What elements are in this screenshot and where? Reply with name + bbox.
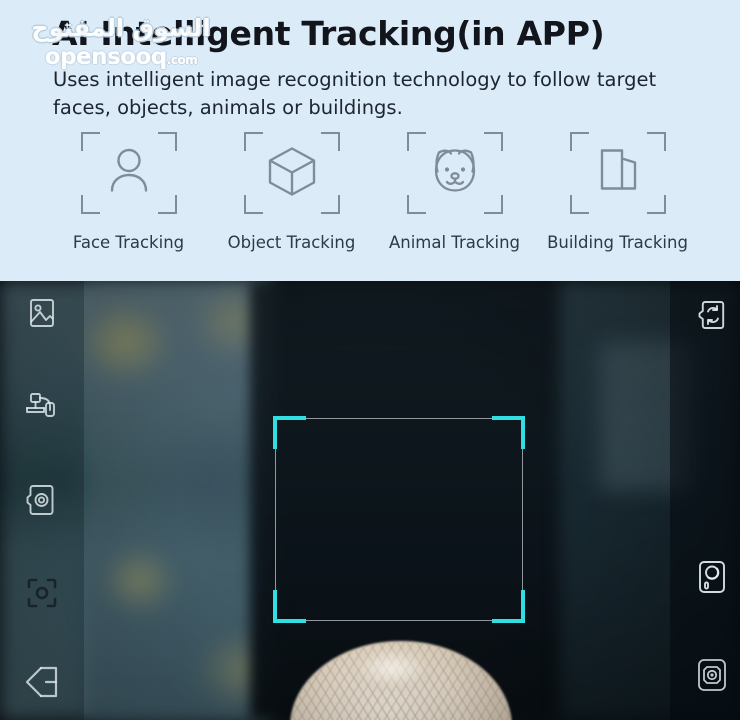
feature-object-tracking: Object Tracking — [210, 132, 373, 252]
bracket-bottom-right — [157, 195, 177, 214]
back-arrow-icon[interactable] — [22, 661, 64, 703]
page-title: AI Intelligent Tracking(in APP) — [52, 14, 605, 53]
bracket-top-left — [569, 132, 589, 151]
watermark-tld: .com — [166, 53, 198, 67]
knit-hat-highlight — [350, 647, 434, 691]
tracking-box-edge — [275, 418, 523, 621]
subject-person — [232, 633, 552, 720]
feature-label: Animal Tracking — [388, 233, 521, 252]
tracking-corner-bottom-left — [273, 590, 306, 623]
feature-label: Face Tracking — [72, 233, 185, 252]
feature-label: Building Tracking — [547, 233, 688, 252]
bracket-top-left — [243, 132, 263, 151]
bracket-bottom-right — [483, 195, 503, 214]
bracket-top-left — [406, 132, 426, 151]
settings-camera-icon[interactable] — [694, 655, 730, 695]
photo-mode-icon[interactable] — [24, 481, 60, 519]
tracking-corner-bottom-right — [492, 590, 525, 623]
cube-icon — [264, 143, 320, 204]
screenshot-root: AI Intelligent Tracking(in APP) Uses int… — [0, 0, 740, 720]
camera-switch-icon[interactable] — [692, 296, 730, 334]
bracket-bottom-right — [320, 195, 340, 214]
person-icon — [101, 143, 157, 204]
camera-preview — [0, 281, 740, 720]
bracket-bottom-left — [406, 195, 426, 214]
gimbal-icon[interactable] — [22, 387, 62, 427]
feature-face-tracking: Face Tracking — [47, 132, 210, 252]
building-icon — [590, 143, 646, 204]
bracket-top-right — [320, 132, 340, 151]
page-description: Uses intelligent image recognition techn… — [53, 68, 657, 119]
feature-label: Object Tracking — [227, 233, 356, 252]
bracket-bottom-right — [646, 195, 666, 214]
dog-face-icon — [426, 143, 484, 204]
bracket-bottom-left — [243, 195, 263, 214]
bracket-top-right — [157, 132, 177, 151]
feature-icon-frame — [243, 132, 340, 214]
feature-building-tracking: Building Tracking — [536, 132, 699, 252]
feature-animal-tracking: Animal Tracking — [373, 132, 536, 252]
bracket-top-right — [646, 132, 666, 151]
bracket-top-left — [80, 132, 100, 151]
feature-icon-frame — [569, 132, 666, 214]
tracking-corner-top-right — [492, 416, 525, 449]
info-panel: AI Intelligent Tracking(in APP) Uses int… — [0, 0, 740, 281]
focus-target-icon[interactable] — [24, 575, 60, 611]
tracking-corner-top-left — [273, 416, 306, 449]
bracket-bottom-left — [80, 195, 100, 214]
feature-icon-frame — [80, 132, 177, 214]
feature-row: Face Tracking Object Tracking Animal Tra… — [0, 132, 740, 252]
gallery-icon[interactable] — [23, 294, 61, 332]
face-tracking-box[interactable] — [273, 416, 525, 623]
camera-thumbnail-icon[interactable] — [694, 557, 730, 597]
bracket-bottom-left — [569, 195, 589, 214]
bracket-top-right — [483, 132, 503, 151]
feature-icon-frame — [406, 132, 503, 214]
